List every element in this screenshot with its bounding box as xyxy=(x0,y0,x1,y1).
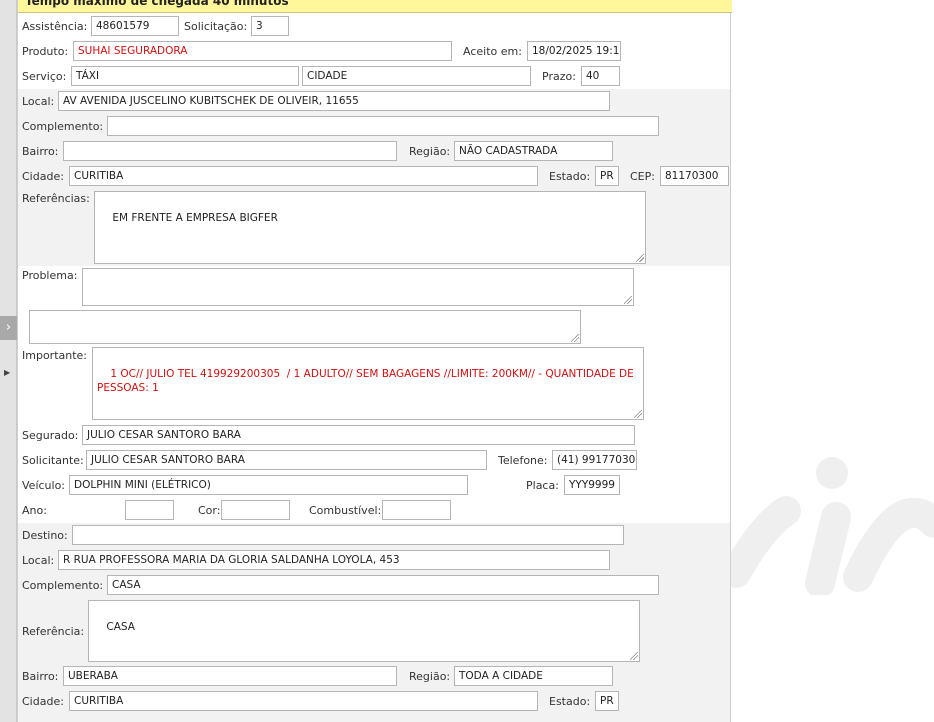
servico-label: Serviço: xyxy=(22,70,67,83)
servico-tipo-field[interactable]: CIDADE xyxy=(302,66,531,86)
prazo-field[interactable]: 40 xyxy=(581,66,620,86)
origin-referencias-text: EM FRENTE A EMPRESA BIGFER xyxy=(112,212,278,224)
solicitante-field[interactable]: JULIO CESAR SANTORO BARA xyxy=(86,450,487,470)
servico-field[interactable]: TÁXI xyxy=(71,66,299,86)
produto-field[interactable]: SUHAI SEGURADORA xyxy=(73,41,452,61)
segurado-field[interactable]: JULIO CESAR SANTORO BARA xyxy=(82,425,635,445)
destination-referencia-text: CASA xyxy=(106,621,135,633)
destination-estado-label: Estado: xyxy=(549,695,591,708)
problema-label: Problema: xyxy=(22,269,78,282)
collapse-panel-button[interactable]: › xyxy=(0,316,17,340)
cor-label: Cor: xyxy=(198,504,221,517)
origin-complemento-label: Complemento: xyxy=(22,120,104,133)
origin-estado-field[interactable]: PR xyxy=(595,166,619,186)
destination-referencia-textarea[interactable]: CASA xyxy=(88,600,640,662)
cor-field[interactable] xyxy=(221,500,290,520)
veiculo-field[interactable]: DOLPHIN MINI (ELÉTRICO) xyxy=(69,475,468,495)
origin-referencias-label: Referências: xyxy=(22,192,90,205)
resize-grip-icon[interactable] xyxy=(630,652,638,660)
ano-field[interactable] xyxy=(125,500,174,520)
left-panel-strip xyxy=(0,0,17,722)
placa-field[interactable]: YYY9999 xyxy=(564,475,620,495)
expand-arrow-icon[interactable]: ▶ xyxy=(4,368,10,377)
destination-estado-field[interactable]: PR xyxy=(595,691,619,711)
assistencia-label: Assistência: xyxy=(22,20,88,33)
produto-label: Produto: xyxy=(22,45,69,58)
header-bar: Tempo máximo de chegada 40 minutos xyxy=(18,0,732,13)
importante-textarea[interactable]: 1 OC// JULIO TEL 419929200305 / 1 ADULTO… xyxy=(92,347,644,420)
combustivel-label: Combustível: xyxy=(309,504,382,517)
destination-local-field[interactable]: R RUA PROFESSORA MARIA DA GLORIA SALDANH… xyxy=(58,550,610,570)
origin-complemento-field[interactable] xyxy=(107,116,659,136)
solicitacao-field[interactable]: 3 xyxy=(251,16,289,36)
origin-cidade-label: Cidade: xyxy=(22,170,64,183)
resize-grip-icon[interactable] xyxy=(636,254,644,262)
resize-grip-icon[interactable] xyxy=(571,334,579,342)
destino-field[interactable] xyxy=(72,525,624,545)
destination-bairro-label: Bairro: xyxy=(22,670,59,683)
origin-bairro-field[interactable] xyxy=(63,141,397,161)
assistencia-field[interactable]: 48601579 xyxy=(91,16,179,36)
problema-textarea[interactable] xyxy=(82,268,634,306)
origin-regiao-label: Região: xyxy=(409,145,451,158)
destination-regiao-label: Região: xyxy=(409,670,451,683)
origin-estado-label: Estado: xyxy=(549,170,591,183)
origin-cep-label: CEP: xyxy=(630,170,655,183)
veiculo-label: Veículo: xyxy=(22,479,66,492)
problema-extra-textarea[interactable] xyxy=(29,310,581,344)
origin-bairro-label: Bairro: xyxy=(22,145,59,158)
placa-label: Placa: xyxy=(526,479,559,492)
telefone-label: Telefone: xyxy=(498,454,548,467)
solicitacao-label: Solicitação: xyxy=(184,20,248,33)
destination-referencia-label: Referência: xyxy=(22,625,85,638)
prazo-label: Prazo: xyxy=(542,70,576,83)
ano-label: Ano: xyxy=(22,504,47,517)
segurado-label: Segurado: xyxy=(22,429,79,442)
header-title: Tempo máximo de chegada 40 minutos xyxy=(25,0,289,8)
combustivel-field[interactable] xyxy=(382,500,451,520)
destination-cidade-label: Cidade: xyxy=(22,695,64,708)
importante-label: Importante: xyxy=(22,349,88,362)
destination-bairro-field[interactable]: UBERABA xyxy=(63,666,397,686)
aceito-label: Aceito em: xyxy=(463,45,522,58)
watermark-logo xyxy=(724,457,934,595)
origin-referencias-textarea[interactable]: EM FRENTE A EMPRESA BIGFER xyxy=(94,191,646,264)
destination-cidade-field[interactable]: CURITIBA xyxy=(69,691,538,711)
resize-grip-icon[interactable] xyxy=(624,296,632,304)
aceito-field[interactable]: 18/02/2025 19:12 xyxy=(527,41,621,61)
destination-complemento-label: Complemento: xyxy=(22,579,104,592)
resize-grip-icon[interactable] xyxy=(634,410,642,418)
assistance-form: Tempo máximo de chegada 40 minutos Assis… xyxy=(17,0,732,722)
origin-local-label: Local: xyxy=(22,95,55,108)
origin-cidade-field[interactable]: CURITIBA xyxy=(69,166,538,186)
destination-complemento-field[interactable]: CASA xyxy=(107,575,659,595)
destination-local-label: Local: xyxy=(22,554,55,567)
origin-local-field[interactable]: AV AVENIDA JUSCELINO KUBITSCHEK DE OLIVE… xyxy=(58,91,610,111)
origin-regiao-field[interactable]: NÃO CADASTRADA xyxy=(454,141,613,161)
solicitante-label: Solicitante: xyxy=(22,454,84,467)
telefone-field[interactable]: (41) 991770305 xyxy=(552,450,637,470)
importante-text: 1 OC// JULIO TEL 419929200305 / 1 ADULTO… xyxy=(97,368,638,394)
destination-regiao-field[interactable]: TODA A CIDADE xyxy=(454,666,613,686)
destino-label: Destino: xyxy=(22,529,68,542)
origin-cep-field[interactable]: 81170300 xyxy=(660,166,729,186)
